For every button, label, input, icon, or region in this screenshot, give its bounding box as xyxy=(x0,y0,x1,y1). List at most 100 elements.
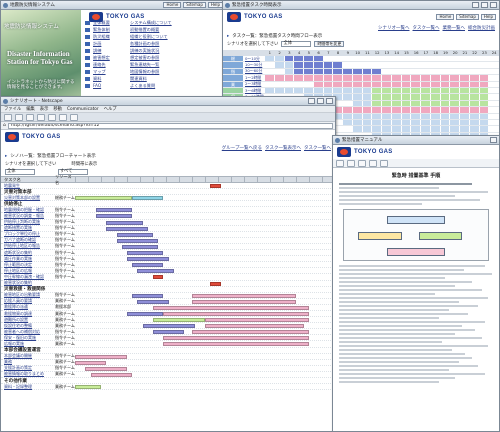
grid-cell[interactable] xyxy=(430,56,441,62)
grid-cell[interactable] xyxy=(372,113,382,119)
grid-cell[interactable] xyxy=(362,119,373,126)
change-time-button[interactable]: 時間帯を変更 xyxy=(314,41,345,47)
grid-cell[interactable] xyxy=(274,87,285,94)
grid-cell[interactable] xyxy=(294,62,304,68)
grid-cell[interactable] xyxy=(362,81,373,87)
grid-cell[interactable] xyxy=(343,107,353,113)
back-icon[interactable] xyxy=(336,159,344,167)
grid-cell[interactable] xyxy=(489,62,499,68)
link-task-list[interactable]: タスク一覧へ xyxy=(413,25,440,31)
grid-cell[interactable] xyxy=(401,126,412,132)
grid-cell[interactable] xyxy=(430,68,441,75)
grid-cell[interactable] xyxy=(284,87,295,94)
grid-cell[interactable] xyxy=(304,81,314,87)
grid-cell[interactable] xyxy=(469,100,480,107)
grid-cell[interactable] xyxy=(352,100,363,107)
minimize-button[interactable] xyxy=(308,98,315,104)
task-name-link[interactable]: 被害状況の集約 xyxy=(1,280,55,286)
link-title[interactable]: 全体概要 xyxy=(93,20,127,26)
grid-cell[interactable] xyxy=(333,56,343,62)
grid-cell[interactable] xyxy=(479,68,490,75)
grid-cell[interactable] xyxy=(323,56,334,62)
grid-cell[interactable] xyxy=(411,100,421,107)
grid-cell[interactable] xyxy=(479,75,490,81)
task-name-link[interactable]: 停止地区の広報 xyxy=(1,268,55,274)
grid-cell[interactable] xyxy=(382,119,392,126)
task-name-link[interactable]: 被害者への補償対応 xyxy=(1,329,55,335)
link-scenario-list[interactable]: シナリオ一覧へ xyxy=(378,25,410,31)
grid-cell[interactable] xyxy=(430,94,441,100)
task-bar[interactable] xyxy=(106,220,143,225)
task-bar[interactable] xyxy=(75,385,101,390)
grid-cell[interactable] xyxy=(362,68,373,75)
menu-view[interactable]: 表示 xyxy=(40,106,49,112)
link-desc[interactable]: 組織と役割について xyxy=(130,34,223,40)
task-name-link[interactable]: 供給停止地区の報告 xyxy=(1,243,55,249)
grid-cell[interactable] xyxy=(489,94,499,100)
task-name-link[interactable]: 本部会議の開催 xyxy=(1,353,55,359)
grid-cell[interactable] xyxy=(421,87,431,94)
link-row[interactable]: FAQ よくある質問 xyxy=(85,82,223,89)
grid-cell[interactable] xyxy=(333,75,343,81)
grid-cell[interactable] xyxy=(372,94,382,100)
grid-cell[interactable] xyxy=(391,56,402,62)
grid-cell[interactable] xyxy=(362,56,373,62)
task-bar[interactable] xyxy=(137,299,169,304)
task-name-link[interactable]: 救援物資の調達 xyxy=(1,311,55,317)
task-bar[interactable] xyxy=(153,318,205,323)
grid-cell[interactable] xyxy=(382,68,392,75)
grid-cell[interactable] xyxy=(430,62,441,68)
grid-cell[interactable] xyxy=(313,56,324,62)
grid-cell[interactable] xyxy=(440,126,451,132)
grid-cell[interactable] xyxy=(333,87,343,94)
grid-cell[interactable] xyxy=(469,126,480,132)
row-label-link[interactable]: 30～60分 xyxy=(243,68,265,74)
grid-cell[interactable] xyxy=(265,81,275,87)
link-row[interactable]: 緊急体制 初動措置の概要 xyxy=(85,26,223,33)
task-bar[interactable] xyxy=(192,299,296,304)
grid-cell[interactable] xyxy=(469,81,480,87)
grid-cell[interactable] xyxy=(440,94,451,100)
grid-cell[interactable] xyxy=(313,68,324,75)
link-desc[interactable]: 緊急連絡先一覧 xyxy=(130,62,223,68)
row-label-link[interactable]: 10～30分 xyxy=(243,62,265,68)
grid-cell[interactable] xyxy=(401,119,412,126)
link-row[interactable]: 連絡先 緊急連絡先一覧 xyxy=(85,61,223,68)
grid-cell[interactable] xyxy=(450,75,460,81)
grid-cell[interactable] xyxy=(391,75,402,81)
grid-cell[interactable] xyxy=(343,81,353,87)
grid-cell[interactable] xyxy=(460,119,470,126)
task-name-link[interactable]: 中圧幹線の漏洩・確認 xyxy=(1,274,55,280)
grid-cell[interactable] xyxy=(391,68,402,75)
grid-cell[interactable] xyxy=(362,62,373,68)
task-bar[interactable] xyxy=(95,208,133,213)
home-button[interactable]: Home xyxy=(436,14,455,20)
reload-icon[interactable] xyxy=(26,113,34,121)
task-name-link[interactable]: 支援計画の策定 xyxy=(1,365,55,371)
grid-cell[interactable] xyxy=(391,119,402,126)
grid-cell[interactable] xyxy=(411,75,421,81)
grid-cell[interactable] xyxy=(479,87,490,94)
grid-cell[interactable] xyxy=(411,94,421,100)
menu-help[interactable]: ヘルプ xyxy=(104,106,117,112)
grid-cell[interactable] xyxy=(304,62,314,68)
grid-cell[interactable] xyxy=(460,94,470,100)
link-task-view[interactable]: タスク一覧表示へ xyxy=(265,145,301,151)
grid-cell[interactable] xyxy=(352,119,363,126)
search-icon[interactable] xyxy=(48,113,56,121)
grid-cell[interactable] xyxy=(372,75,382,81)
forward-icon[interactable] xyxy=(15,113,23,121)
grid-cell[interactable] xyxy=(391,94,402,100)
grid-cell[interactable] xyxy=(294,68,304,75)
link-task-list[interactable]: タスク一覧へ xyxy=(304,145,331,151)
grid-cell[interactable] xyxy=(489,113,499,119)
grid-cell[interactable] xyxy=(343,113,353,119)
home-button[interactable]: Home xyxy=(163,2,182,8)
task-bar[interactable] xyxy=(192,330,309,335)
grid-cell[interactable] xyxy=(382,87,392,94)
task-bar[interactable] xyxy=(95,214,133,219)
grid-cell[interactable] xyxy=(343,94,353,100)
link-title[interactable]: 資料 xyxy=(93,76,127,82)
grid-cell[interactable] xyxy=(333,68,343,75)
grid-cell[interactable] xyxy=(489,119,499,126)
